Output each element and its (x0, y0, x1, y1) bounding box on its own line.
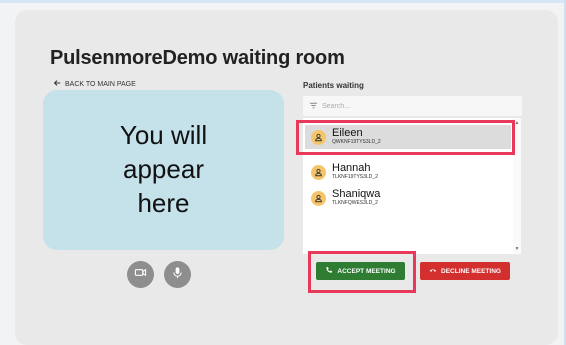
patient-item-shaniqwa[interactable]: Shaniqwa TLKNFQWES3LD_2 (311, 186, 380, 210)
video-placeholder-text: You will appear here (119, 120, 208, 218)
scroll-up-arrow-icon[interactable]: ▲ (514, 120, 520, 126)
patients-waiting-label: Patients waiting (303, 81, 364, 90)
decline-meeting-button[interactable]: DECLINE MEETING (420, 262, 510, 280)
patient-name: Hannah (332, 162, 371, 174)
patient-id: TLKNF19TYS3LD_2 (332, 174, 378, 180)
person-icon (311, 190, 326, 206)
filter-lines-icon (303, 97, 322, 115)
patients-list-scrollbar[interactable]: ▲ ▼ (513, 118, 521, 254)
patient-item-eileen[interactable]: Eileen QWKNF19TYS3LD_2 (305, 125, 511, 149)
patient-item-hannah[interactable]: Hannah TLKNF19TYS3LD_2 (311, 160, 378, 184)
page-title: PulsenmoreDemo waiting room (50, 47, 345, 69)
microphone-icon (171, 266, 184, 284)
patient-id: QWKNF19TYS3LD_2 (332, 139, 381, 145)
person-icon (311, 129, 326, 145)
scroll-down-arrow-icon[interactable]: ▼ (514, 246, 520, 252)
search-input[interactable] (322, 102, 502, 110)
window-top-border (0, 0, 566, 3)
self-video-preview: You will appear here (43, 90, 284, 250)
patient-id: TLKNFQWES3LD_2 (332, 200, 378, 206)
back-to-main-link[interactable]: BACK TO MAIN PAGE (53, 79, 136, 89)
phone-icon (325, 266, 333, 276)
accept-meeting-button[interactable]: ACCEPT MEETING (316, 262, 405, 280)
accept-meeting-label: ACCEPT MEETING (337, 267, 396, 275)
patient-search[interactable] (303, 96, 522, 116)
microphone-toggle-button[interactable] (164, 261, 191, 288)
patients-list: Eileen QWKNF19TYS3LD_2 Hannah TLKNF19TYS… (303, 118, 513, 254)
phone-hangup-icon (429, 266, 437, 276)
camera-toggle-button[interactable] (127, 261, 154, 288)
arrow-left-icon (53, 79, 61, 89)
patient-name: Shaniqwa (332, 188, 381, 200)
patient-name: Eileen (332, 127, 363, 139)
camera-icon (134, 266, 147, 284)
back-link-label: BACK TO MAIN PAGE (65, 80, 136, 88)
person-icon (311, 164, 326, 180)
decline-meeting-label: DECLINE MEETING (441, 267, 501, 275)
